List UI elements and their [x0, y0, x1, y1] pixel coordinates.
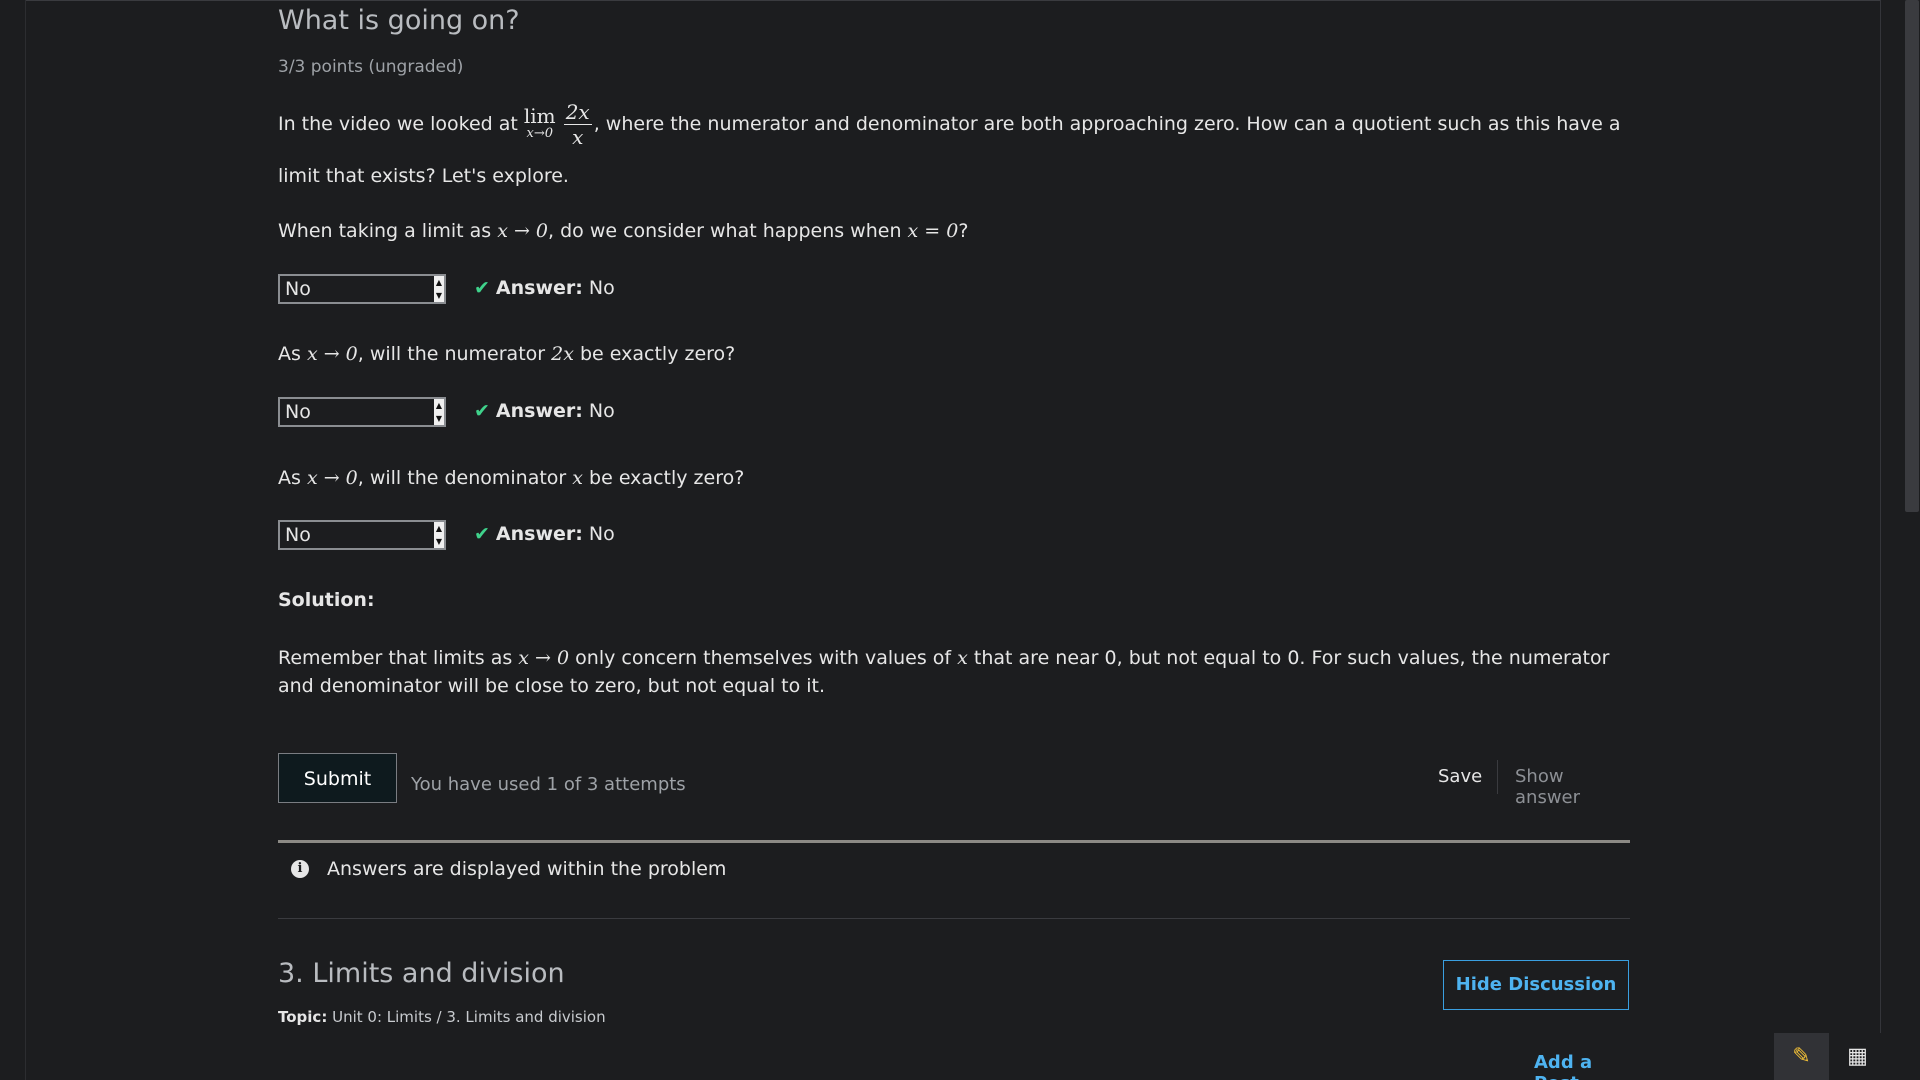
select-arrows-icon: ▲ ▼ [434, 399, 444, 425]
add-post-link[interactable]: Add a Post [1534, 1052, 1630, 1080]
right-rail [1880, 0, 1881, 1080]
question-1-math2: x = 0 [907, 220, 959, 242]
answer-value: No [588, 400, 615, 422]
attempts-text: You have used 1 of 3 attempts [411, 774, 686, 795]
check-icon: ✔ [474, 277, 490, 299]
question-1-answer: ✔ Answer: No [474, 273, 615, 303]
question-2-selected-value: No [285, 401, 311, 423]
solution-mid: only concern themselves with values of [569, 647, 958, 669]
question-2-post: be exactly zero? [573, 343, 736, 365]
question-1-selected-value: No [285, 278, 311, 300]
top-divider [25, 0, 1880, 1]
question-2-pre: As [278, 343, 307, 365]
fraction-denominator: x [572, 125, 584, 149]
solution-pre: Remember that limits as [278, 647, 519, 669]
limit-subscript: x→0 [526, 125, 554, 141]
question-1-select[interactable]: No ▲ ▼ [278, 274, 446, 304]
question-2-answer: ✔ Answer: No [474, 396, 615, 426]
question-2-mid: , will the numerator [357, 343, 552, 365]
question-1-pre: When taking a limit as [278, 220, 498, 242]
calculator-icon[interactable]: ▦ [1830, 1033, 1885, 1080]
question-2-math1: x → 0 [306, 343, 358, 365]
fraction-numerator: 2x [563, 100, 592, 125]
notice-divider [278, 840, 1630, 843]
question-2-select[interactable]: No ▲ ▼ [278, 397, 446, 427]
section-title: 3. Limits and division [278, 958, 565, 989]
solution-text-line2: and denominator will be close to zero, b… [278, 675, 826, 697]
solution-math1: x → 0 [518, 647, 570, 669]
topic-line: Topic: Unit 0: Limits / 3. Limits and di… [278, 1008, 606, 1026]
limit-expression: lim x→0 [523, 103, 556, 143]
question-1-math1: x → 0 [497, 220, 549, 242]
question-3-pre: As [278, 467, 307, 489]
question-2-math2: 2x [551, 343, 574, 365]
solution-label: Solution: [278, 589, 375, 611]
question-3-text: As x → 0, will the denominator x be exac… [278, 464, 744, 492]
intro-paragraph-line2: limit that exists? Let's explore. [278, 165, 569, 187]
answer-label: Answer: [495, 523, 583, 545]
intro-paragraph: In the video we looked at lim x→0 2x x ,… [278, 100, 1621, 149]
solution-text: Remember that limits as x → 0 only conce… [278, 644, 1609, 672]
solution-math2: x [957, 647, 968, 669]
topic-value: Unit 0: Limits / 3. Limits and division [327, 1008, 606, 1026]
question-3-post: be exactly zero? [583, 467, 745, 489]
hide-discussion-button[interactable]: Hide Discussion [1443, 960, 1629, 1010]
info-icon: i [291, 860, 309, 878]
question-3-selected-value: No [285, 524, 311, 546]
topic-label: Topic: [278, 1008, 328, 1026]
points-label: 3/3 points (ungraded) [278, 57, 464, 77]
select-arrows-icon: ▲ ▼ [434, 522, 444, 548]
question-3-answer: ✔ Answer: No [474, 519, 615, 549]
check-icon: ✔ [474, 400, 490, 422]
submit-button[interactable]: Submit [278, 753, 397, 803]
answer-value: No [588, 277, 615, 299]
scrollbar-thumb[interactable] [1905, 0, 1919, 512]
limit-operator: lim [523, 103, 556, 128]
question-3-math1: x → 0 [306, 467, 358, 489]
intro-text-after: , where the numerator and denominator ar… [593, 113, 1621, 135]
question-3-mid: , will the denominator [357, 467, 573, 489]
section-divider [278, 918, 1630, 919]
intro-text-before: In the video we looked at [278, 113, 524, 135]
select-arrows-icon: ▲ ▼ [434, 276, 444, 302]
answer-label: Answer: [495, 277, 583, 299]
show-answer-button[interactable]: Show answer [1515, 766, 1630, 808]
pencil-icon[interactable]: ✎ [1774, 1033, 1829, 1080]
question-1-post: ? [958, 220, 969, 242]
page: What is going on? 3/3 points (ungraded) … [0, 0, 1920, 1080]
problem-title: What is going on? [278, 5, 520, 36]
question-3-math2: x [572, 467, 583, 489]
save-button[interactable]: Save [1438, 766, 1482, 787]
left-rail [0, 0, 26, 1080]
solution-post: that are near 0, but not equal to 0. For… [967, 647, 1610, 669]
question-1-mid: , do we consider what happens when [548, 220, 908, 242]
question-1-text: When taking a limit as x → 0, do we cons… [278, 217, 968, 245]
limit-fraction: 2x x [563, 100, 592, 149]
question-3-select[interactable]: No ▲ ▼ [278, 520, 446, 550]
answer-label: Answer: [495, 400, 583, 422]
answer-value: No [588, 523, 615, 545]
question-2-text: As x → 0, will the numerator 2x be exact… [278, 340, 735, 368]
check-icon: ✔ [474, 523, 490, 545]
action-separator [1497, 760, 1498, 794]
notice-text: Answers are displayed within the problem [327, 858, 727, 880]
